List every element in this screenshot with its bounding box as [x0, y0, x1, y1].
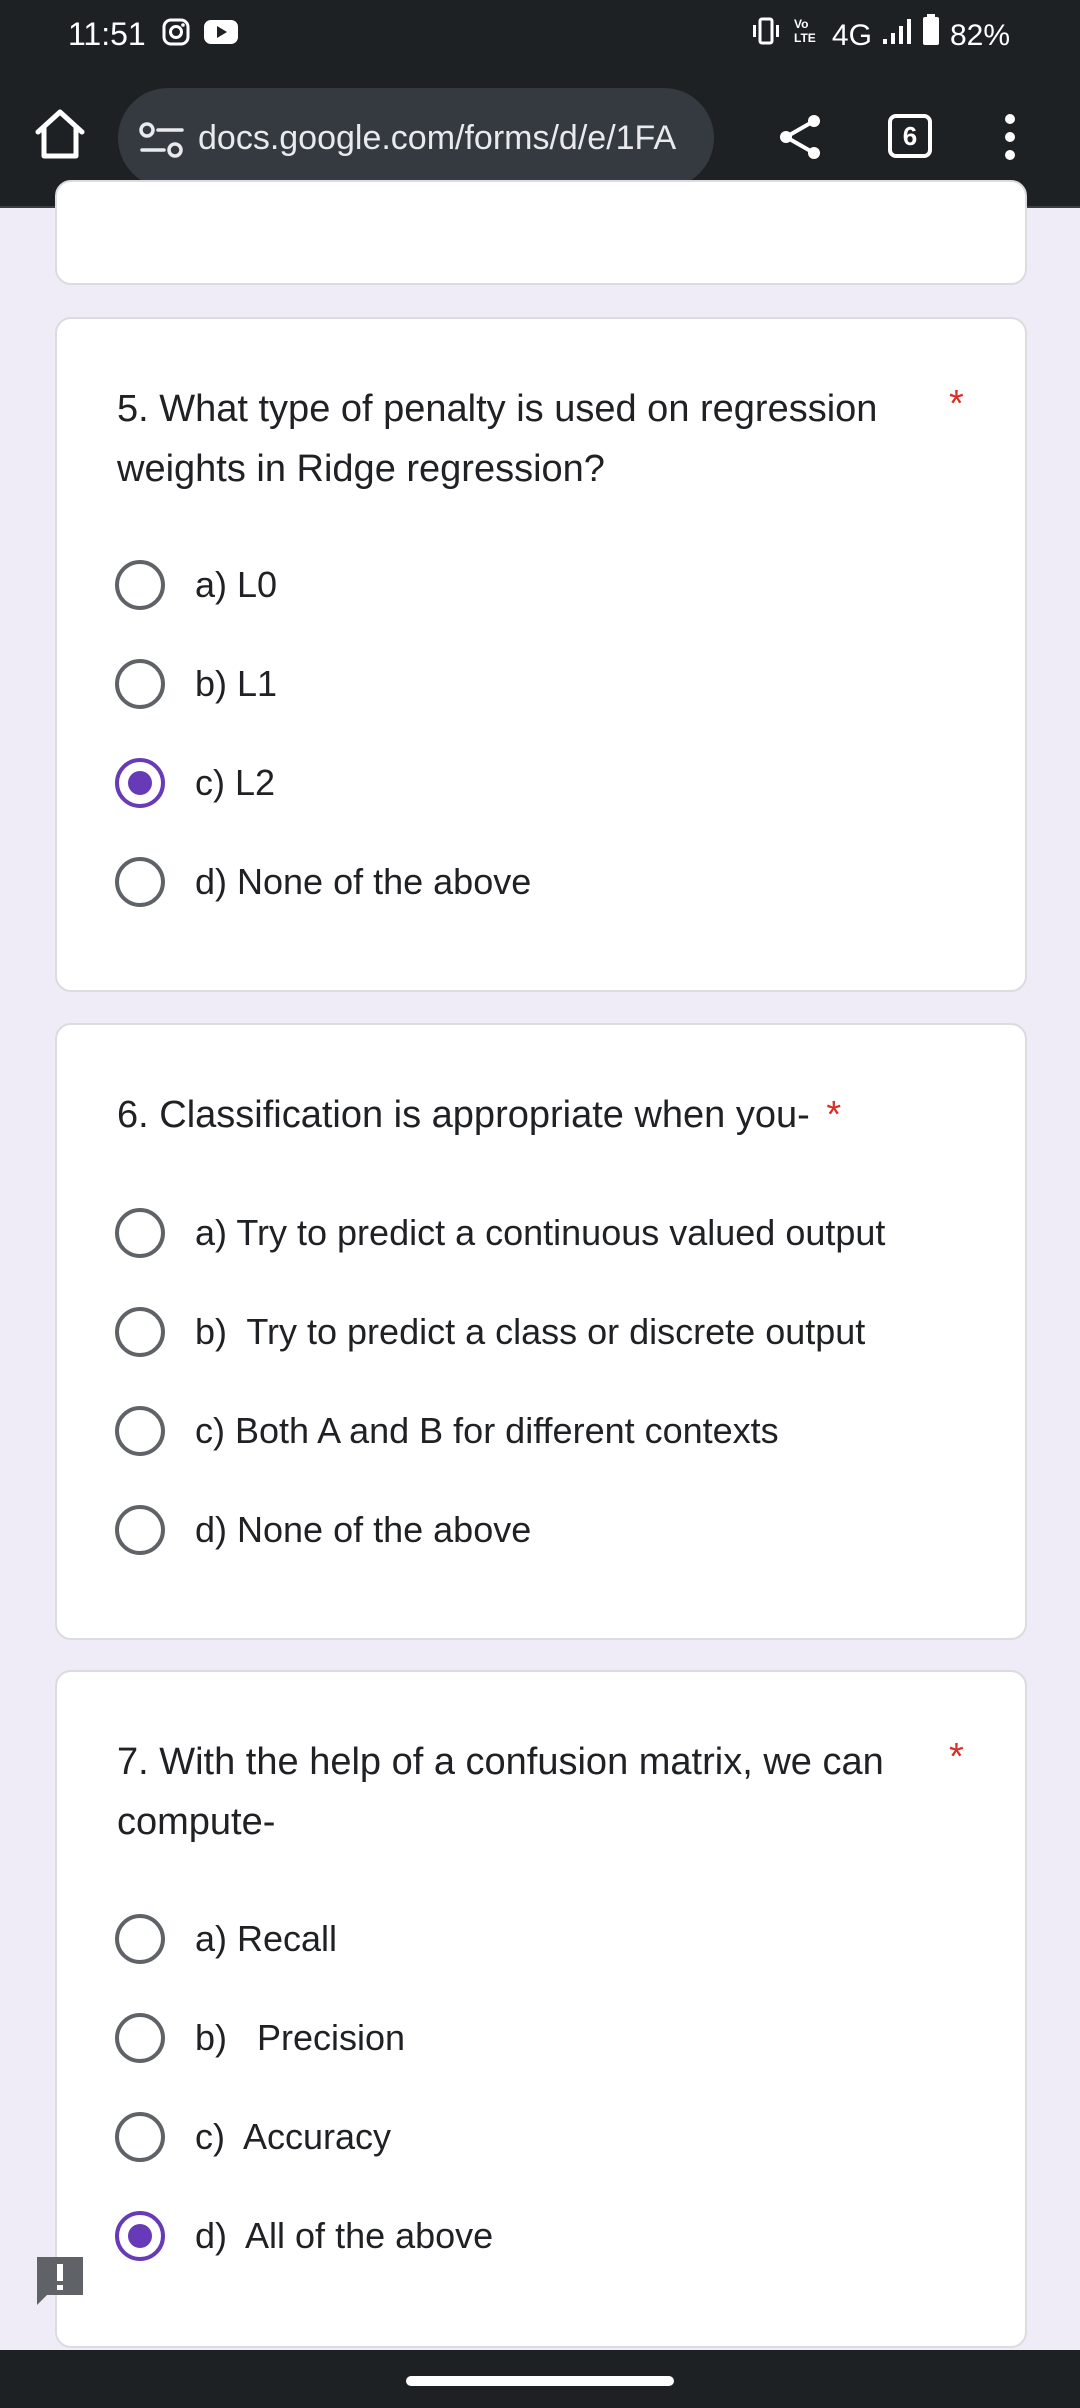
question-card-5: 5. What type of penalty is used on regre…: [55, 317, 1027, 992]
radio-button[interactable]: [115, 1505, 165, 1555]
site-settings-icon[interactable]: [138, 120, 186, 160]
option-label: d) None of the above: [195, 861, 532, 902]
radio-option[interactable]: c) Accuracy: [115, 2107, 391, 2167]
option-label: c) Accuracy: [195, 2116, 392, 2157]
radio-option[interactable]: b) Try to predict a class or discrete ou…: [115, 1302, 865, 1362]
share-icon[interactable]: [776, 112, 824, 162]
radio-button-checked[interactable]: [115, 2211, 165, 2261]
question-card-7: 7. With the help of a confusion matrix, …: [55, 1670, 1027, 2348]
battery-percent: 82%: [949, 18, 1010, 52]
more-vert-icon[interactable]: [996, 114, 1024, 164]
radio-option[interactable]: a) Try to predict a continuous valued ou…: [115, 1203, 885, 1263]
home-gesture-handle[interactable]: [406, 2376, 674, 2386]
home-icon[interactable]: [32, 106, 88, 162]
radio-button[interactable]: [115, 1406, 165, 1456]
svg-text:Vo: Vo: [794, 17, 808, 31]
question-card-6: 6. Classification is appropriate when yo…: [55, 1023, 1027, 1640]
option-label: b) L1: [195, 663, 278, 704]
option-label: d) None of the above: [195, 1509, 532, 1550]
signal-icon: [882, 16, 912, 56]
volte-icon: Vo LTE: [792, 15, 822, 56]
required-asterisk: *: [949, 383, 964, 425]
svg-text:LTE: LTE: [794, 31, 816, 45]
question-title: 6. Classification is appropriate when yo…: [117, 1094, 842, 1136]
tabs-icon[interactable]: 6: [888, 114, 932, 158]
option-label: a) Try to predict a continuous valued ou…: [195, 1212, 886, 1253]
status-bar: 11:51 Vo LTE 4G 82%: [0, 0, 1080, 68]
radio-option[interactable]: d) None of the above: [115, 852, 531, 912]
battery-icon: [922, 14, 940, 57]
radio-button[interactable]: [115, 1914, 165, 1964]
option-label: c) Both A and B for different contexts: [195, 1410, 779, 1451]
radio-button[interactable]: [115, 857, 165, 907]
radio-button[interactable]: [115, 659, 165, 709]
question-title: 7. With the help of a confusion matrix, …: [117, 1741, 884, 1843]
option-label: c) L2: [195, 762, 276, 803]
previous-question-card: [55, 180, 1027, 285]
vibrate-icon: [750, 16, 782, 56]
radio-button[interactable]: [115, 1307, 165, 1357]
radio-option[interactable]: d) None of the above: [115, 1500, 531, 1560]
status-time: 11:51: [68, 16, 146, 52]
option-label: b) Try to predict a class or discrete ou…: [195, 1311, 866, 1352]
network-type: 4G: [831, 18, 872, 52]
address-bar[interactable]: docs.google.com/forms/d/e/1FA: [118, 88, 714, 188]
option-label: a) Recall: [195, 1918, 338, 1959]
radio-option-selected[interactable]: c) L2: [115, 753, 275, 813]
radio-button[interactable]: [115, 2112, 165, 2162]
option-label: b) Precision: [195, 2017, 406, 2058]
option-label: d) All of the above: [195, 2215, 494, 2256]
radio-option-selected[interactable]: d) All of the above: [115, 2206, 493, 2266]
radio-option[interactable]: a) Recall: [115, 1909, 337, 1969]
feedback-icon[interactable]: [35, 2255, 85, 2307]
radio-option[interactable]: a) L0: [115, 555, 277, 615]
question-title: 5. What type of penalty is used on regre…: [117, 388, 878, 490]
required-asterisk: *: [949, 1736, 964, 1778]
radio-option[interactable]: b) L1: [115, 654, 277, 714]
radio-button-checked[interactable]: [115, 758, 165, 808]
radio-button[interactable]: [115, 560, 165, 610]
radio-option[interactable]: b) Precision: [115, 2008, 405, 2068]
radio-button[interactable]: [115, 2013, 165, 2063]
navigation-bar: [0, 2350, 1080, 2408]
required-asterisk: *: [826, 1094, 842, 1136]
url-text[interactable]: docs.google.com/forms/d/e/1FA: [198, 117, 676, 159]
youtube-icon: [204, 19, 238, 50]
instagram-icon: [162, 18, 190, 51]
radio-button[interactable]: [115, 1208, 165, 1258]
radio-option[interactable]: c) Both A and B for different contexts: [115, 1401, 779, 1461]
option-label: a) L0: [195, 564, 278, 605]
